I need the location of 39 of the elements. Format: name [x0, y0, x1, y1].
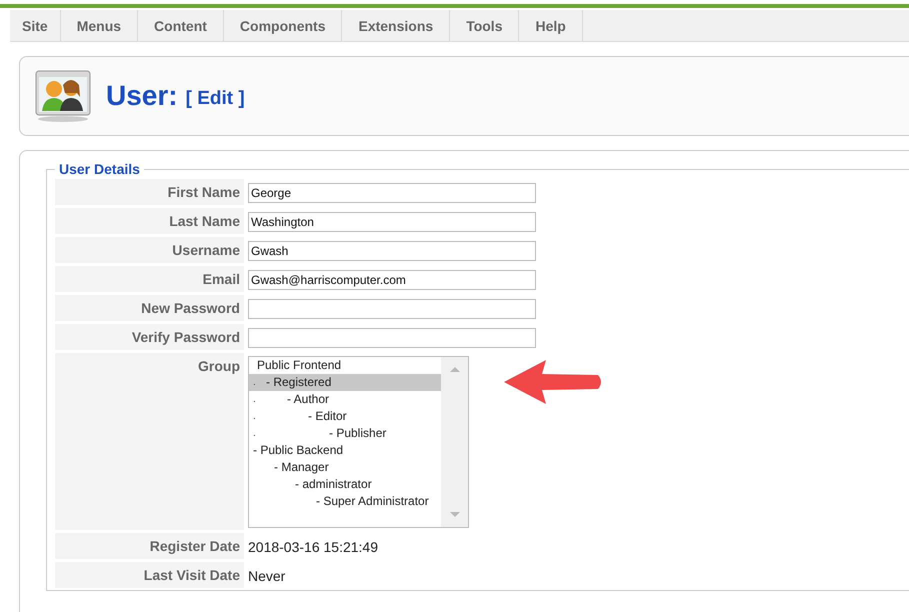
list-option[interactable]: . - Publisher [249, 425, 441, 442]
input-field[interactable]: George [248, 182, 536, 202]
page-subtitle: [ Edit ] [186, 88, 245, 110]
users-icon [34, 69, 92, 123]
input-field[interactable]: Gwash [248, 240, 536, 260]
field-label: New Password [55, 295, 244, 322]
menu-item[interactable]: Tools [450, 10, 520, 41]
list-option[interactable]: Public Frontend [249, 357, 441, 374]
field-label: Group [55, 353, 244, 531]
group-list[interactable]: Public Frontend . - Registered . - Author . - Editor . - Publisher - Public Backend - Manager - administrator - Super Administrator [248, 356, 469, 528]
field-value: Never [248, 568, 286, 584]
menu-item[interactable]: Content [138, 10, 224, 41]
field-label: Register Date [55, 533, 244, 560]
field-label: First Name [55, 179, 244, 206]
list-option[interactable]: . - Editor [249, 408, 441, 425]
field-label: Username [55, 237, 244, 264]
input-field[interactable] [248, 298, 536, 318]
input-field[interactable] [248, 328, 536, 348]
field-label: Email [55, 266, 244, 293]
list-option[interactable]: - Super Administrator [249, 493, 441, 510]
menu-item[interactable]: Menus [60, 10, 138, 41]
menu-item[interactable]: Extensions [342, 10, 450, 41]
field-label: Last Name [55, 208, 244, 235]
menu-item[interactable]: Site [10, 10, 61, 41]
page-title: User: [106, 80, 178, 112]
list-option[interactable]: . - Registered [249, 374, 441, 391]
list-option[interactable]: - Manager [249, 459, 441, 476]
section-legend: User Details [55, 161, 144, 177]
list-option[interactable]: - Public Backend [249, 442, 441, 459]
input-field[interactable]: Washington [248, 212, 536, 232]
list-option[interactable]: - administrator [249, 476, 441, 493]
scroll-bar[interactable] [441, 357, 468, 527]
field-label: Verify Password [55, 324, 244, 351]
field-value: 2018-03-16 15:21:49 [248, 538, 378, 554]
menu-item[interactable]: Help [519, 10, 583, 41]
field-label: Last Visit Date [55, 562, 244, 589]
list-option[interactable]: . - Author [249, 391, 441, 408]
input-field[interactable]: Gwash@harriscomputer.com [248, 270, 536, 290]
menu-item[interactable]: Components [224, 10, 342, 41]
